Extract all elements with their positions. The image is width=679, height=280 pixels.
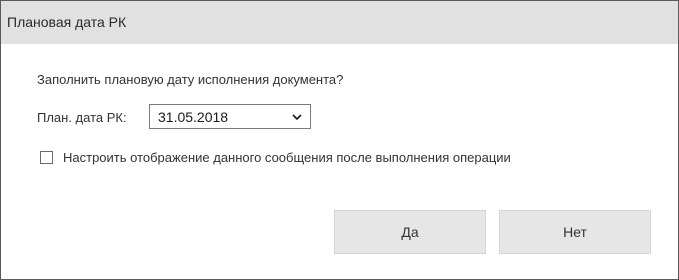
question-text: Заполнить плановую дату исполнения докум…: [37, 72, 344, 87]
yes-button[interactable]: Да: [334, 210, 486, 254]
no-button[interactable]: Нет: [499, 210, 651, 254]
dialog-title: Плановая дата РК: [7, 14, 127, 30]
show-message-checkbox[interactable]: [40, 151, 53, 164]
planned-date-label: План. дата РК:: [37, 110, 127, 125]
planned-date-dialog: Плановая дата РК Заполнить плановую дату…: [0, 0, 679, 280]
planned-date-select[interactable]: 31.05.2018: [149, 104, 311, 129]
chevron-down-icon: [292, 114, 302, 121]
planned-date-value: 31.05.2018: [158, 109, 229, 125]
dialog-titlebar: Плановая дата РК: [1, 1, 678, 44]
show-message-checkbox-label[interactable]: Настроить отображение данного сообщения …: [63, 150, 511, 165]
